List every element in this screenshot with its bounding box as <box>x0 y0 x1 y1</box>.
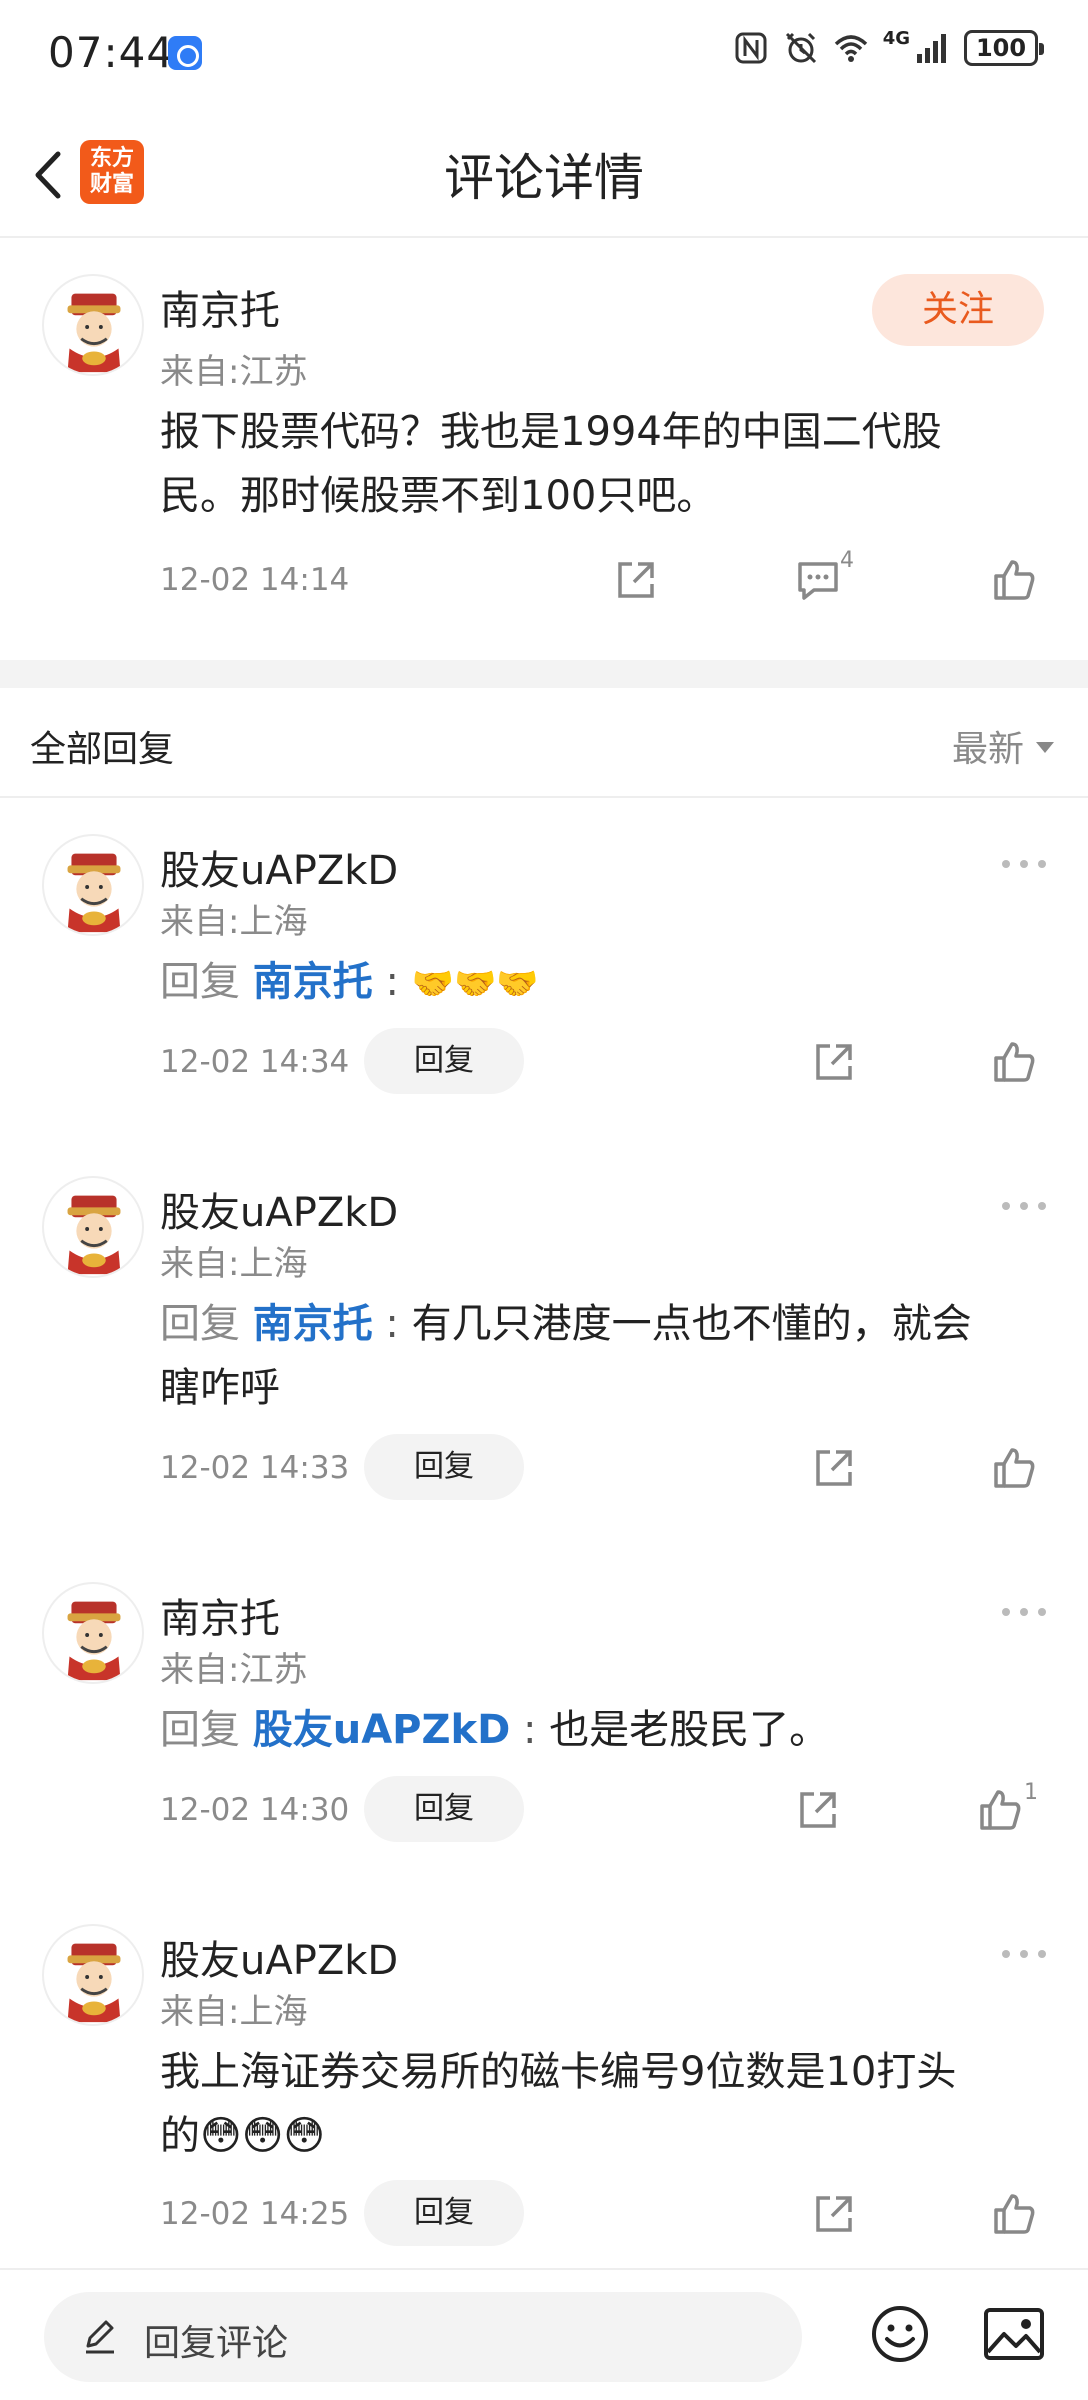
more-options-icon[interactable] <box>1000 854 1048 874</box>
like-icon[interactable] <box>976 1786 1024 1834</box>
caret-down-icon <box>1036 741 1054 753</box>
main-comment: 南京托 来自:江苏 关注 报下股票代码？我也是1994年的中国二代股 民。那时候… <box>0 240 1088 660</box>
reply-content: 回复 南京托 : 有几只港度一点也不懂的，就会 瞎咋呼 <box>160 1292 1040 1420</box>
alarm-icon <box>785 32 816 64</box>
reply-content: 我上海证券交易所的磁卡编号9位数是10打头 的😳😳😳 <box>160 2040 956 2168</box>
comment-time: 12-02 14:14 <box>160 562 350 598</box>
bottom-bar: 回复评论 <box>0 2268 1088 2400</box>
avatar[interactable] <box>42 274 144 376</box>
status-icons: 4G 100 <box>733 27 1044 66</box>
share-icon[interactable] <box>794 1786 842 1834</box>
avatar-caishen-icon <box>67 853 121 933</box>
comment-icon[interactable] <box>794 556 842 604</box>
avatar[interactable] <box>42 1924 144 2026</box>
share-icon[interactable] <box>612 556 660 604</box>
pencil-icon <box>86 2320 114 2354</box>
reply-button[interactable]: 回复 <box>364 1776 524 1842</box>
more-options-icon[interactable] <box>1000 1196 1048 1216</box>
avatar[interactable] <box>42 1582 144 1684</box>
avatar-caishen-icon <box>67 293 121 373</box>
user-location: 来自:上海 <box>160 1992 308 2032</box>
status-bar: 07:44 4G 100 <box>0 0 1088 110</box>
network-type: 4G <box>882 27 910 49</box>
status-time: 07:44 <box>48 28 175 77</box>
share-icon[interactable] <box>810 1038 858 1086</box>
nav-bar: 东方 财富 评论详情 <box>0 110 1088 238</box>
reply-button[interactable]: 回复 <box>364 2180 524 2246</box>
like-icon[interactable] <box>990 2190 1038 2238</box>
reply-item: 股友uAPZkD 来自:上海 我上海证券交易所的磁卡编号9位数是10打头 的😳😳… <box>0 1890 1088 2266</box>
signal-icon <box>917 34 946 63</box>
emoji-icon[interactable] <box>870 2304 930 2364</box>
reply-comment-input[interactable]: 回复评论 <box>44 2292 802 2382</box>
reply-item: 股友uAPZkD 来自:上海 回复 南京托 : 🤝🤝🤝 12-02 14:34 … <box>0 800 1088 1140</box>
comment-content-line: 民。那时候股票不到100只吧。 <box>160 473 717 519</box>
reply-text-line: 的😳😳😳 <box>160 2113 326 2159</box>
reply-time: 12-02 14:33 <box>160 1450 350 1486</box>
more-options-icon[interactable] <box>1000 1602 1048 1622</box>
reply-button[interactable]: 回复 <box>364 1434 524 1500</box>
user-location: 来自:江苏 <box>160 352 308 392</box>
avatar-caishen-icon <box>67 1943 121 2023</box>
comment-count: 4 <box>840 548 854 573</box>
reply-prefix: 回复 <box>160 1707 240 1753</box>
reply-item: 南京托 来自:江苏 回复 股友uAPZkD : 也是老股民了。 12-02 14… <box>0 1548 1088 1888</box>
share-icon[interactable] <box>810 1444 858 1492</box>
avatar[interactable] <box>42 834 144 936</box>
reply-text-line: 有几只港度一点也不懂的，就会 <box>411 1301 972 1347</box>
comment-content: 报下股票代码？我也是1994年的中国二代股 民。那时候股票不到100只吧。 <box>160 400 942 528</box>
user-name[interactable]: 南京托 <box>160 278 280 336</box>
replies-title: 全部回复 <box>30 729 175 770</box>
replies-header: 全部回复 最新 <box>0 688 1088 798</box>
like-icon[interactable] <box>990 556 1038 604</box>
reply-button[interactable]: 回复 <box>364 1028 524 1094</box>
share-icon[interactable] <box>810 2190 858 2238</box>
like-count: 1 <box>1024 1780 1038 1805</box>
reply-time: 12-02 14:25 <box>160 2196 350 2232</box>
user-location: 来自:上海 <box>160 902 308 942</box>
like-icon[interactable] <box>990 1038 1038 1086</box>
nfc-icon <box>735 32 767 64</box>
reply-text-line: 瞎咋呼 <box>160 1365 280 1411</box>
sort-dropdown[interactable]: 最新 <box>952 720 1054 772</box>
reply-text: 🤝🤝🤝 <box>411 964 539 1004</box>
user-location: 来自:江苏 <box>160 1650 308 1690</box>
reply-text: 也是老股民了。 <box>549 1707 830 1753</box>
battery-indicator: 100 <box>964 30 1044 66</box>
comment-content-line: 报下股票代码？我也是1994年的中国二代股 <box>160 409 942 455</box>
app-notification-icon <box>168 36 202 70</box>
reply-target-link[interactable]: 股友uAPZkD <box>253 1707 511 1753</box>
user-name[interactable]: 股友uAPZkD <box>160 1180 398 1238</box>
reply-time: 12-02 14:30 <box>160 1792 350 1828</box>
reply-target-link[interactable]: 南京托 <box>253 1301 373 1347</box>
user-name[interactable]: 南京托 <box>160 1586 280 1644</box>
page-title: 评论详情 <box>444 149 644 207</box>
follow-button[interactable]: 关注 <box>872 274 1044 346</box>
user-location: 来自:上海 <box>160 1244 308 1284</box>
reply-time: 12-02 14:34 <box>160 1044 350 1080</box>
like-icon[interactable] <box>990 1444 1038 1492</box>
reply-item: 股友uAPZkD 来自:上海 回复 南京托 : 有几只港度一点也不懂的，就会 瞎… <box>0 1142 1088 1546</box>
sort-label: 最新 <box>951 729 1024 770</box>
reply-target-link[interactable]: 南京托 <box>253 959 373 1005</box>
wifi-icon <box>834 35 867 62</box>
avatar-caishen-icon <box>67 1195 121 1275</box>
avatar[interactable] <box>42 1176 144 1278</box>
user-name[interactable]: 股友uAPZkD <box>160 1928 398 1986</box>
reply-content: 回复 南京托 : 🤝🤝🤝 <box>160 959 539 1005</box>
user-name[interactable]: 股友uAPZkD <box>160 838 398 896</box>
section-divider <box>0 660 1088 688</box>
avatar-caishen-icon <box>67 1601 121 1681</box>
more-options-icon[interactable] <box>1000 1944 1048 1964</box>
image-icon[interactable] <box>982 2304 1046 2364</box>
reply-prefix: 回复 <box>160 1301 240 1347</box>
reply-prefix: 回复 <box>160 959 240 1005</box>
reply-input-label: 回复评论 <box>144 2323 289 2364</box>
reply-content: 回复 股友uAPZkD : 也是老股民了。 <box>160 1707 830 1753</box>
reply-text-line: 我上海证券交易所的磁卡编号9位数是10打头 <box>160 2049 957 2095</box>
